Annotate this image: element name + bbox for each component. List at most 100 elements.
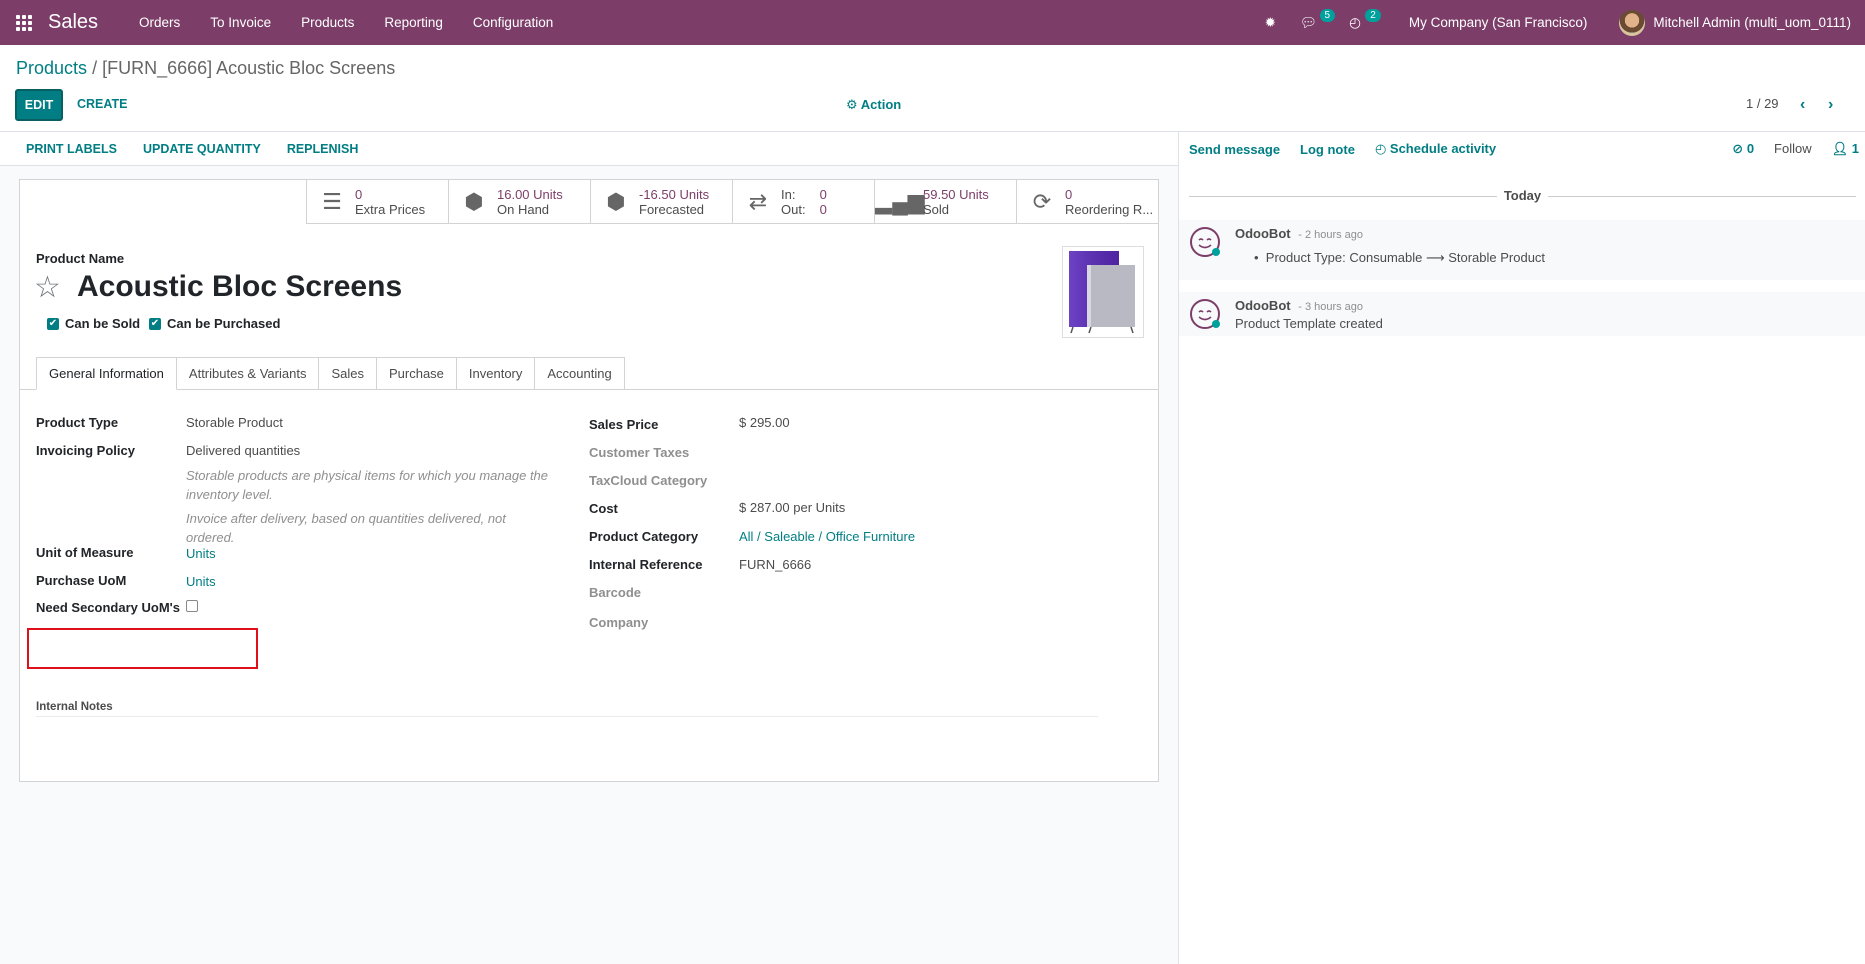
product-type-help: Storable products are physical items for… — [186, 468, 549, 502]
clock-icon: ◴ — [1349, 14, 1361, 30]
pager-next-icon[interactable]: › — [1828, 96, 1833, 114]
breadcrumb-separator: / — [92, 58, 103, 78]
forecasted-smart-button[interactable]: ⬢ -16.50 Units Forecasted — [590, 180, 732, 224]
pager-value[interactable]: 1 / 29 — [1746, 96, 1779, 111]
tab-purchase[interactable]: Purchase — [376, 357, 457, 390]
cost-amount: $ 287.00 — [739, 500, 790, 515]
user-avatar — [1619, 9, 1646, 36]
author-name: OdooBot — [1235, 226, 1291, 241]
list-icon: ☰ — [322, 189, 342, 214]
create-button[interactable]: CREATE — [77, 97, 127, 111]
attachments-button[interactable]: ⊘ 0 — [1732, 141, 1754, 157]
tab-accounting[interactable]: Accounting — [535, 357, 625, 390]
sold-label: Sold — [923, 202, 950, 217]
forecasted-label: Forecasted — [639, 202, 705, 217]
follow-button[interactable]: Follow — [1774, 141, 1812, 157]
activities-button[interactable]: ◴ 2 — [1337, 0, 1383, 45]
debug-button[interactable]: ✹ — [1253, 0, 1288, 45]
company-switcher[interactable]: My Company (San Francisco) — [1383, 0, 1608, 45]
tab-attributes-variants[interactable]: Attributes & Variants — [176, 357, 320, 390]
attachments-count: 0 — [1746, 141, 1755, 156]
cost-unit: per Units — [793, 500, 846, 515]
messaging-button[interactable]: 💬︎ 5 — [1288, 0, 1337, 45]
edit-button[interactable]: EDIT — [15, 89, 63, 121]
in-out-smart-button[interactable]: ⇄ In: Out: 0 0 — [732, 180, 874, 224]
cubes-icon: ⬢ — [606, 189, 626, 214]
menu-reporting[interactable]: Reporting — [369, 0, 458, 45]
activities-count-badge: 2 — [1365, 9, 1381, 22]
tab-sales[interactable]: Sales — [319, 357, 377, 390]
check-icon: ✔ — [47, 317, 59, 330]
sales-price-label: Sales Price — [589, 417, 659, 432]
favorite-star-icon[interactable]: ☆ — [34, 270, 61, 305]
sold-smart-button[interactable]: ▂▄▆ 59.50 Units Sold — [874, 180, 1016, 224]
purchase-uom-value[interactable]: Units — [186, 574, 216, 589]
extra-prices-smart-button[interactable]: ☰ 0 Extra Prices — [306, 180, 448, 224]
menu-to-invoice[interactable]: To Invoice — [195, 0, 286, 45]
on-hand-smart-button[interactable]: ⬢ 16.00 Units On Hand — [448, 180, 590, 224]
form-view: PRINT LABELS UPDATE QUANTITY REPLENISH ☰… — [0, 132, 1178, 964]
chatter-message: OdooBot - 3 hours ago Product Template c… — [1179, 292, 1865, 336]
need-secondary-uom-label: Need Secondary UoM's — [36, 600, 180, 615]
out-value: 0 — [819, 202, 827, 217]
log-note-button[interactable]: Log note — [1290, 142, 1365, 157]
pager-previous-icon[interactable]: ‹ — [1800, 96, 1805, 114]
user-menu[interactable]: Mitchell Admin (multi_uom_0111) — [1607, 0, 1865, 45]
highlight-box — [27, 628, 258, 669]
update-quantity-button[interactable]: UPDATE QUANTITY — [130, 142, 274, 156]
navbar-systray: ✹ 💬︎ 5 ◴ 2 My Company (San Francisco) Mi… — [1253, 0, 1865, 45]
followers-button[interactable]: 👤︎ 1 — [1832, 141, 1859, 157]
product-image[interactable] — [1062, 246, 1144, 338]
menu-orders[interactable]: Orders — [124, 0, 195, 45]
unit-of-measure-value[interactable]: Units — [186, 546, 216, 561]
menu-configuration[interactable]: Configuration — [458, 0, 568, 45]
product-type-value[interactable]: Storable Product — [186, 415, 283, 430]
app-brand[interactable]: Sales — [48, 11, 98, 34]
internal-notes-label: Internal Notes — [36, 701, 113, 713]
breadcrumb-products-link[interactable]: Products — [16, 58, 87, 78]
invoicing-policy-value[interactable]: Delivered quantities — [186, 443, 300, 458]
send-message-button[interactable]: Send message — [1179, 142, 1290, 157]
cubes-icon: ⬢ — [464, 189, 484, 214]
invoicing-policy-label: Invoicing Policy — [36, 443, 135, 458]
check-icon: ✔ — [149, 317, 161, 330]
replenish-button[interactable]: REPLENISH — [274, 142, 372, 156]
extra-prices-value: 0 — [355, 187, 363, 202]
tab-general-information[interactable]: General Information — [36, 357, 177, 390]
cost-value[interactable]: $ 287.00 per Units — [739, 500, 845, 515]
internal-notes-field[interactable] — [36, 716, 1098, 717]
action-menu-button[interactable]: ⚙ Action — [846, 97, 901, 113]
breadcrumb: Products / [FURN_6666] Acoustic Bloc Scr… — [16, 58, 395, 79]
reordering-label: Reordering R... — [1065, 202, 1154, 217]
clock-icon: ◴ — [1374, 141, 1387, 156]
message-author[interactable]: OdooBot - 2 hours ago — [1235, 226, 1363, 241]
print-labels-button[interactable]: PRINT LABELS — [0, 142, 130, 156]
apps-menu-button[interactable] — [0, 0, 48, 45]
schedule-activity-button[interactable]: ◴ Schedule activity — [1365, 141, 1506, 157]
form-statusbar: PRINT LABELS UPDATE QUANTITY REPLENISH — [0, 132, 1178, 166]
tracking-change: Product Type: Consumable ⟶ Storable Prod… — [1265, 250, 1546, 265]
reordering-smart-button[interactable]: ⟳ 0 Reordering R... — [1016, 180, 1158, 224]
user-icon: 👤︎ — [1831, 141, 1849, 156]
can-be-sold-field[interactable]: ✔ Can be Sold — [47, 316, 140, 331]
sales-price-value[interactable]: $ 295.00 — [739, 415, 790, 430]
can-be-purchased-field[interactable]: ✔ Can be Purchased — [149, 316, 280, 331]
smart-buttons: ☰ 0 Extra Prices ⬢ 16.00 Units On Hand ⬢… — [306, 180, 1158, 224]
menu-products[interactable]: Products — [286, 0, 369, 45]
tab-inventory[interactable]: Inventory — [456, 357, 536, 390]
odoobot-avatar — [1190, 227, 1220, 257]
gear-icon: ⚙ — [846, 97, 858, 112]
product-category-label: Product Category — [589, 529, 699, 544]
message-author[interactable]: OdooBot - 3 hours ago — [1235, 298, 1363, 313]
form-sheet: ☰ 0 Extra Prices ⬢ 16.00 Units On Hand ⬢… — [19, 179, 1159, 782]
refresh-icon: ⟳ — [1032, 189, 1052, 214]
product-category-value[interactable]: All / Saleable / Office Furniture — [739, 529, 915, 544]
need-secondary-uom-checkbox[interactable] — [186, 600, 204, 615]
company-label: Company — [589, 615, 649, 630]
chatter-panel: Send message Log note ◴ Schedule activit… — [1178, 132, 1865, 964]
barcode-label: Barcode — [589, 585, 642, 600]
chatter-message: OdooBot - 2 hours ago • Product Type: Co… — [1179, 220, 1865, 280]
internal-reference-value[interactable]: FURN_6666 — [739, 557, 811, 572]
customer-taxes-label: Customer Taxes — [589, 445, 690, 460]
purchase-uom-label: Purchase UoM — [36, 573, 127, 588]
